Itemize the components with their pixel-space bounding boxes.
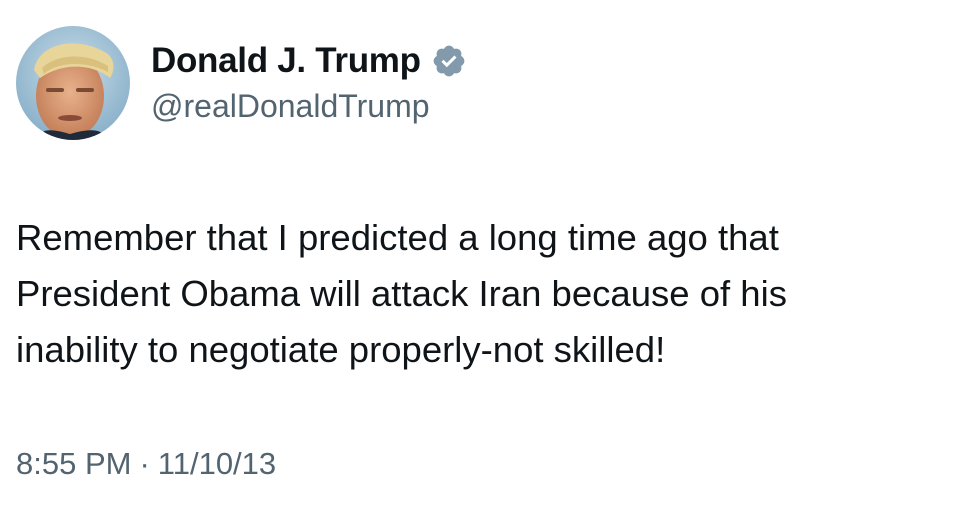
author-display-name[interactable]: Donald J. Trump	[151, 41, 421, 81]
verified-badge-icon[interactable]	[431, 43, 467, 79]
tweet-text: Remember that I predicted a long time ag…	[16, 210, 966, 378]
tweet-time[interactable]: 8:55 PM	[16, 446, 131, 481]
tweet-text-line: President Obama will attack Iran because…	[16, 273, 787, 314]
author-name-row[interactable]: Donald J. Trump	[151, 36, 467, 86]
tweet-date[interactable]: 11/10/13	[158, 446, 276, 481]
meta-separator: ·	[139, 446, 150, 481]
tweet-card: Donald J. Trump @realDonaldTrump Remembe…	[0, 0, 980, 514]
tweet-timestamp[interactable]: 8:55 PM · 11/10/13	[16, 446, 276, 482]
avatar-image	[16, 26, 130, 140]
author-handle[interactable]: @realDonaldTrump	[151, 88, 430, 125]
avatar[interactable]	[16, 26, 130, 140]
tweet-text-line: inability to negotiate properly-not skil…	[16, 329, 666, 370]
tweet-text-line: Remember that I predicted a long time ag…	[16, 217, 779, 258]
